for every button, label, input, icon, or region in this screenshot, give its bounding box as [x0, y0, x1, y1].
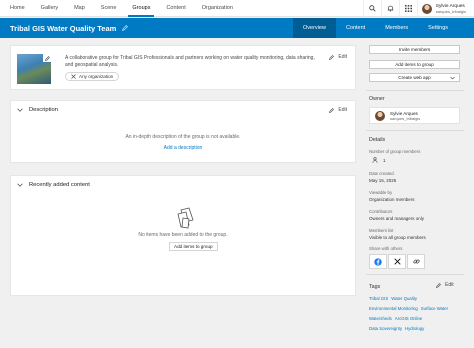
edit-summary-label: Edit	[338, 54, 347, 60]
group-header: Tribal GIS Water Quality Team Overview C…	[0, 18, 474, 38]
owner-handle: sarques_tribalgis	[390, 115, 421, 121]
tag-link[interactable]: Surface Water	[421, 306, 448, 311]
add-items-button[interactable]: Add items to group	[169, 242, 218, 251]
link-icon	[412, 259, 420, 264]
user-icon	[372, 157, 378, 163]
contributors-value: Owners and managers only	[369, 216, 425, 221]
owner-card[interactable]: Sylvie Arques sarques_tribalgis	[369, 107, 460, 124]
tags-heading: Tags	[369, 284, 381, 290]
details-heading: Details	[369, 137, 386, 143]
create-web-app-dropdown[interactable]: Create web app	[369, 73, 460, 82]
chevron-down-icon	[17, 108, 23, 112]
tag-link[interactable]: Tribal GIS	[369, 296, 388, 301]
avatar	[375, 110, 385, 121]
user-name: Sylvie Arques	[435, 3, 465, 9]
recent-empty-text: No items have been added to the group.	[138, 232, 228, 238]
viewable-by-value: Organization members	[369, 197, 415, 202]
share-label: Share with others	[369, 246, 403, 251]
description-toggle[interactable]: Description	[17, 107, 58, 113]
tab-overview[interactable]: Overview	[293, 18, 336, 38]
description-empty-text: An in-depth description of the group is …	[125, 134, 241, 140]
facebook-icon	[374, 257, 382, 266]
tag-row: Environmental Monitoring Surface Water	[369, 306, 451, 311]
tag-link[interactable]: Data Sovereignty	[369, 326, 402, 331]
tag-row: Data Sovereignty Hydrology	[369, 326, 427, 331]
recent-content-toggle[interactable]: Recently added content	[17, 182, 90, 188]
invite-members-button[interactable]: Invite members	[369, 45, 460, 54]
facebook-share-button[interactable]	[369, 254, 387, 269]
members-count-label: Number of group members	[369, 149, 421, 154]
nav-content[interactable]: Content	[158, 0, 193, 17]
x-share-button[interactable]	[388, 254, 406, 269]
divider	[366, 130, 464, 131]
search-icon[interactable]	[362, 0, 381, 17]
copy-link-button[interactable]	[407, 254, 425, 269]
pencil-icon[interactable]	[122, 24, 130, 32]
pencil-icon	[329, 54, 335, 60]
app-launcher-icon[interactable]	[398, 0, 417, 17]
nav-home[interactable]: Home	[0, 0, 33, 17]
members-count: 1	[372, 157, 386, 163]
pencil-icon[interactable]	[43, 54, 51, 62]
edit-description-button[interactable]: Edit	[329, 107, 347, 113]
members-count-value: 1	[383, 157, 386, 163]
nav-map[interactable]: Map	[66, 0, 93, 17]
add-items-to-group-button[interactable]: Add items to group	[369, 60, 460, 69]
add-description-link[interactable]: Add a description	[11, 145, 355, 151]
chevron-down-icon	[17, 183, 23, 187]
bell-icon[interactable]	[380, 0, 399, 17]
description-section: Description Edit An in-depth description…	[10, 100, 356, 163]
page-title: Tribal GIS Water Quality Team	[10, 23, 117, 33]
pencil-icon	[436, 282, 441, 288]
pencil-icon	[329, 107, 335, 113]
top-navigation: Home Gallery Map Scene Groups Content Or…	[0, 0, 474, 17]
chevron-down-icon	[450, 76, 455, 80]
sharing-chip[interactable]: Any organization	[65, 72, 120, 81]
sharing-chip-label: Any organization	[79, 74, 114, 79]
members-list-label: Members list	[369, 228, 394, 233]
tag-link[interactable]: Watersheds	[369, 316, 392, 321]
nav-scene[interactable]: Scene	[93, 0, 125, 17]
create-web-app-label: Create web app	[398, 75, 431, 80]
avatar	[421, 3, 432, 14]
share-buttons	[369, 254, 426, 269]
date-created-label: Date created	[369, 171, 394, 176]
tab-members[interactable]: Members	[375, 18, 418, 38]
edit-summary-button[interactable]: Edit	[329, 54, 347, 60]
tag-link[interactable]: ArcGIS Online	[395, 316, 422, 321]
recent-content-section: Recently added content No items have bee…	[10, 175, 356, 296]
description-heading: Description	[29, 107, 58, 113]
tag-link[interactable]: Environmental Monitoring	[369, 306, 418, 311]
divider	[366, 90, 464, 91]
edit-tags-label: Edit	[445, 282, 454, 288]
tab-content[interactable]: Content	[336, 18, 375, 38]
group-summary: A collaborative group for Tribal GIS Pro…	[65, 55, 315, 68]
contributors-label: Contributors	[369, 209, 393, 214]
nav-groups[interactable]: Groups	[124, 0, 158, 17]
arrows-icon	[71, 74, 76, 79]
viewable-by-label: Viewable by	[369, 190, 393, 195]
tab-settings[interactable]: Settings	[418, 18, 458, 38]
edit-description-label: Edit	[338, 107, 347, 113]
divider	[366, 274, 464, 275]
nav-organization[interactable]: Organization	[194, 0, 241, 17]
tag-row: Watersheds ArcGIS Online	[369, 316, 425, 321]
group-thumbnail[interactable]	[17, 54, 51, 84]
edit-tags-button[interactable]: Edit	[436, 282, 454, 288]
x-icon	[393, 258, 401, 265]
empty-content-icon	[175, 206, 197, 230]
user-menu[interactable]: Sylvie Arques sarques_tribalgis	[416, 0, 474, 17]
owner-heading: Owner	[369, 96, 385, 102]
tag-link[interactable]: Water Quality	[391, 296, 417, 301]
tag-link[interactable]: Hydrology	[405, 326, 424, 331]
owner-name: Sylvie Arques	[390, 110, 418, 116]
recent-content-heading: Recently added content	[29, 182, 90, 188]
tag-row: Tribal GIS Water Quality	[369, 296, 420, 301]
nav-gallery[interactable]: Gallery	[33, 0, 66, 17]
members-list-value: Visible to all group members	[369, 235, 426, 240]
user-handle: sarques_tribalgis	[435, 8, 466, 14]
date-created-value: May 15, 2025	[369, 178, 397, 183]
group-summary-card: A collaborative group for Tribal GIS Pro…	[10, 45, 356, 90]
